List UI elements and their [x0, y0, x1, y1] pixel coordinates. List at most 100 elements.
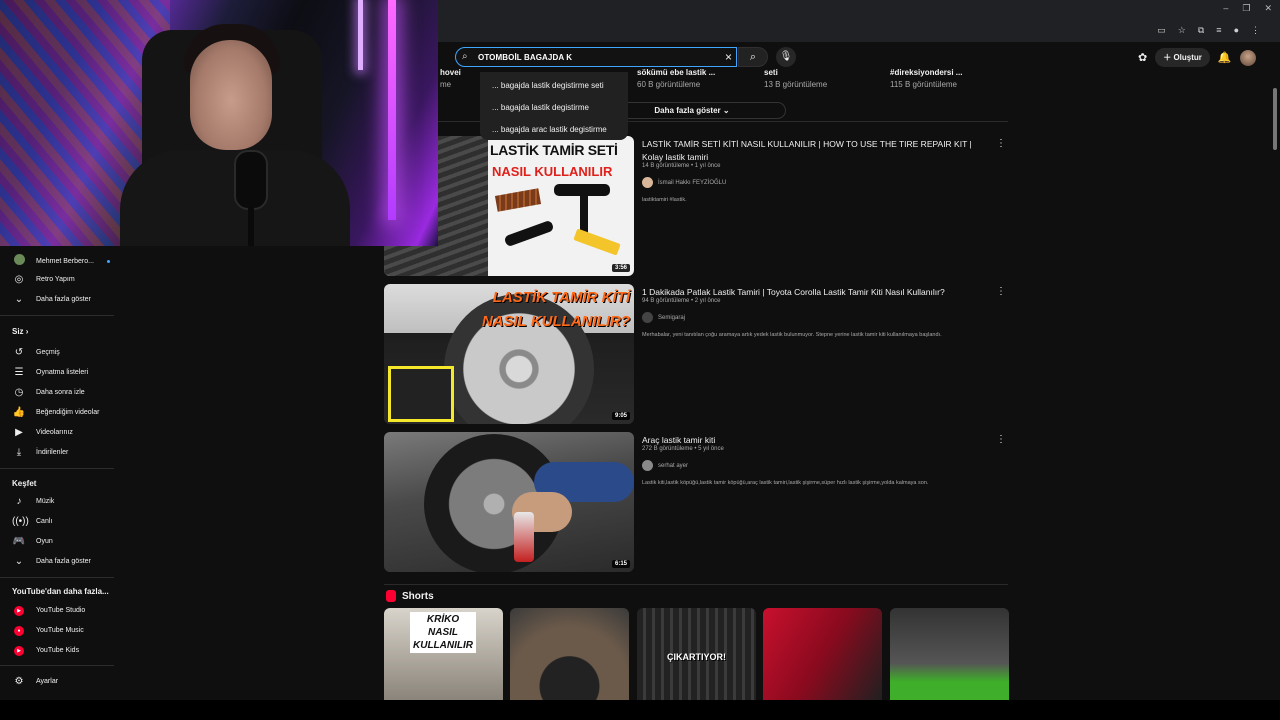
create-label: Oluştur — [1173, 53, 1202, 62]
sidebar-item-yt-studio[interactable]: ▶ YouTube Studio — [12, 604, 85, 616]
media-icon[interactable]: ≡ — [1216, 25, 1221, 36]
channel-avatar — [12, 254, 26, 268]
short-card[interactable]: ÇIKARTIYOR! — [637, 608, 756, 700]
sidebar-item-music[interactable]: ♪ Müzik — [12, 496, 55, 507]
video-result[interactable]: LASTİK TAMİR KİTİ NASIL KULLANILIR? 9:05… — [384, 284, 1014, 424]
sidebar-item-history[interactable]: ↺ Geçmiş — [12, 347, 60, 358]
video-thumbnail[interactable]: LASTİK TAMİR KİTİ NASIL KULLANILIR? 9:05 — [384, 284, 634, 424]
suggestion-item[interactable]: ... bagajda lastik degistirme — [492, 103, 589, 112]
sidebar-show-more[interactable]: ⌄ Daha fazla göster — [12, 556, 91, 567]
short-card[interactable] — [763, 608, 882, 700]
cast-icon[interactable]: ▭ — [1157, 25, 1166, 36]
prev-item-title[interactable]: hovei — [440, 68, 461, 77]
sidebar-item-yt-music[interactable]: ● YouTube Music — [12, 624, 84, 636]
search-input[interactable]: ⌕ OTOMBOİL BAGAJDA K × — [455, 47, 737, 67]
search-button[interactable]: ⌕ — [738, 47, 768, 67]
close-window-icon[interactable]: ✕ — [1264, 3, 1272, 14]
microphone-icon — [234, 150, 268, 210]
prev-item-title[interactable]: sökümü ebe lastik ... — [637, 68, 715, 77]
more-options-icon[interactable]: ⋮ — [996, 434, 1006, 445]
short-card[interactable] — [890, 608, 1009, 700]
video-duration: 6:15 — [611, 560, 630, 568]
video-duration: 3:56 — [611, 264, 630, 272]
bell-icon[interactable]: 🔔 — [1218, 51, 1232, 64]
sidebar-item-label: Canlı — [36, 518, 53, 525]
create-button[interactable]: ＋ Oluştur — [1155, 48, 1210, 67]
sidebar-item-watch-later[interactable]: ◷ Daha sonra izle — [12, 387, 85, 398]
sidebar: Mehmet Berbero... ◎ Retro Yapım ⌄ Daha faz… — [0, 246, 120, 720]
channel-link[interactable]: İsmail Hakkı FEYZİOĞLU — [642, 177, 726, 188]
divider — [0, 468, 114, 469]
sidebar-item-label: YouTube Studio — [36, 606, 86, 614]
thumbnail-text: NASIL KULLANILIR — [492, 164, 613, 179]
sidebar-item-label: Oynatma listeleri — [36, 369, 89, 376]
shorts-title: Shorts — [402, 590, 434, 602]
sidebar-item-liked[interactable]: 👍 Beğendiğim videolar — [12, 407, 100, 418]
sidebar-item-label: Videolarınız — [36, 429, 73, 436]
channel-link[interactable]: Semigaraj — [642, 312, 685, 323]
sidebar-show-more[interactable]: ⌄ Daha fazla göster — [12, 294, 91, 305]
channel-avatar[interactable] — [642, 177, 653, 188]
profile-icon[interactable]: ● — [1234, 25, 1239, 36]
search-query[interactable]: OTOMBOİL BAGAJDA K — [478, 53, 572, 62]
live-icon: ((•)) — [12, 516, 29, 527]
video-result[interactable]: LASTİK TAMİR SETİ NASIL KULLANILIR 3:56 … — [384, 136, 1014, 276]
header-actions: ✿ ＋ Oluştur 🔔 — [1138, 48, 1256, 67]
sidebar-item-playlists[interactable]: ☰ Oynatma listeleri — [12, 367, 89, 378]
shorts-heading: Shorts — [386, 590, 434, 602]
divider — [0, 315, 114, 316]
gaming-icon: 🎮 — [12, 536, 26, 547]
more-options-icon[interactable]: ⋮ — [996, 138, 1006, 149]
sidebar-item-sub[interactable]: ◎ Retro Yapım — [12, 274, 75, 285]
sidebar-item-label: Daha fazla göster — [36, 296, 91, 303]
gear-icon: ⚙ — [14, 676, 24, 687]
sidebar-item-label: Müzik — [36, 498, 55, 505]
sidebar-item-label: Daha sonra izle — [36, 389, 85, 396]
divider — [384, 584, 1008, 585]
short-card[interactable] — [510, 608, 629, 700]
cast-tv-icon[interactable]: ✿ — [1138, 51, 1147, 64]
page-scrollbar[interactable] — [1272, 72, 1278, 700]
sidebar-item-label: Oyun — [36, 538, 53, 545]
sidebar-item-yt-kids[interactable]: ▶ YouTube Kids — [12, 644, 79, 656]
channel-link[interactable]: serhat ayer — [642, 460, 688, 471]
divider — [0, 577, 114, 578]
video-thumbnail[interactable]: 6:15 — [384, 432, 634, 572]
account-avatar[interactable] — [1239, 49, 1256, 66]
sidebar-item-your-videos[interactable]: ▶ Videolarınız — [12, 427, 73, 438]
sidebar-explore-heading: Keşfet — [12, 479, 37, 488]
sidebar-item-settings[interactable]: ⚙ Ayarlar — [12, 676, 59, 687]
sidebar-item-live[interactable]: ((•)) Canlı — [12, 516, 52, 527]
download-icon: ⤓ — [16, 447, 22, 458]
chevron-down-icon: ⌄ — [14, 294, 24, 305]
menu-icon[interactable]: ⋮ — [1251, 25, 1260, 36]
prev-item-meta: 60 B görüntüleme — [637, 80, 701, 89]
sidebar-item-gaming[interactable]: 🎮 Oyun — [12, 536, 53, 547]
minimize-icon[interactable]: – — [1223, 3, 1228, 14]
prev-item-title[interactable]: #direksiyondersi ... — [890, 68, 962, 77]
channel-name[interactable]: Semigaraj — [658, 315, 685, 321]
channel-name[interactable]: İsmail Hakkı FEYZİOĞLU — [658, 180, 726, 186]
prev-item-title[interactable]: seti — [764, 68, 778, 77]
suggestion-item[interactable]: ... bagajda arac lastik degistirme — [492, 125, 607, 134]
video-meta: 94 B görüntüleme • 2 yıl önce — [642, 298, 721, 304]
channel-avatar[interactable] — [642, 312, 653, 323]
sidebar-heading-label: Siz — [12, 327, 24, 336]
short-card[interactable]: KRİKO NASIL KULLANILIR — [384, 608, 503, 700]
extensions-icon[interactable]: ⧉ — [1198, 25, 1204, 36]
restore-icon[interactable]: ❐ — [1242, 3, 1250, 14]
star-icon[interactable]: ☆ — [1178, 25, 1186, 36]
sidebar-item-sub[interactable]: Mehmet Berbero... — [12, 254, 110, 268]
sidebar-you-heading[interactable]: Siz › — [12, 327, 28, 336]
channel-name[interactable]: serhat ayer — [658, 463, 688, 469]
sidebar-item-downloads[interactable]: ⤓ İndirilenler — [12, 447, 69, 458]
channel-avatar[interactable] — [642, 460, 653, 471]
video-title[interactable]: LASTİK TAMİR SETİ KİTİ NASIL KULLANILIR … — [642, 138, 982, 164]
more-options-icon[interactable]: ⋮ — [996, 286, 1006, 297]
clear-search-icon[interactable]: × — [725, 50, 732, 64]
divider — [0, 665, 114, 666]
suggestion-item[interactable]: ... bagajda lastik degistirme seti — [492, 81, 604, 90]
prev-item-meta: 13 B görüntüleme — [764, 80, 828, 89]
voice-search-icon[interactable]: 🎙 — [776, 47, 796, 67]
video-result[interactable]: 6:15 Araç lastik tamir kiti 272 B görünt… — [384, 432, 1014, 572]
